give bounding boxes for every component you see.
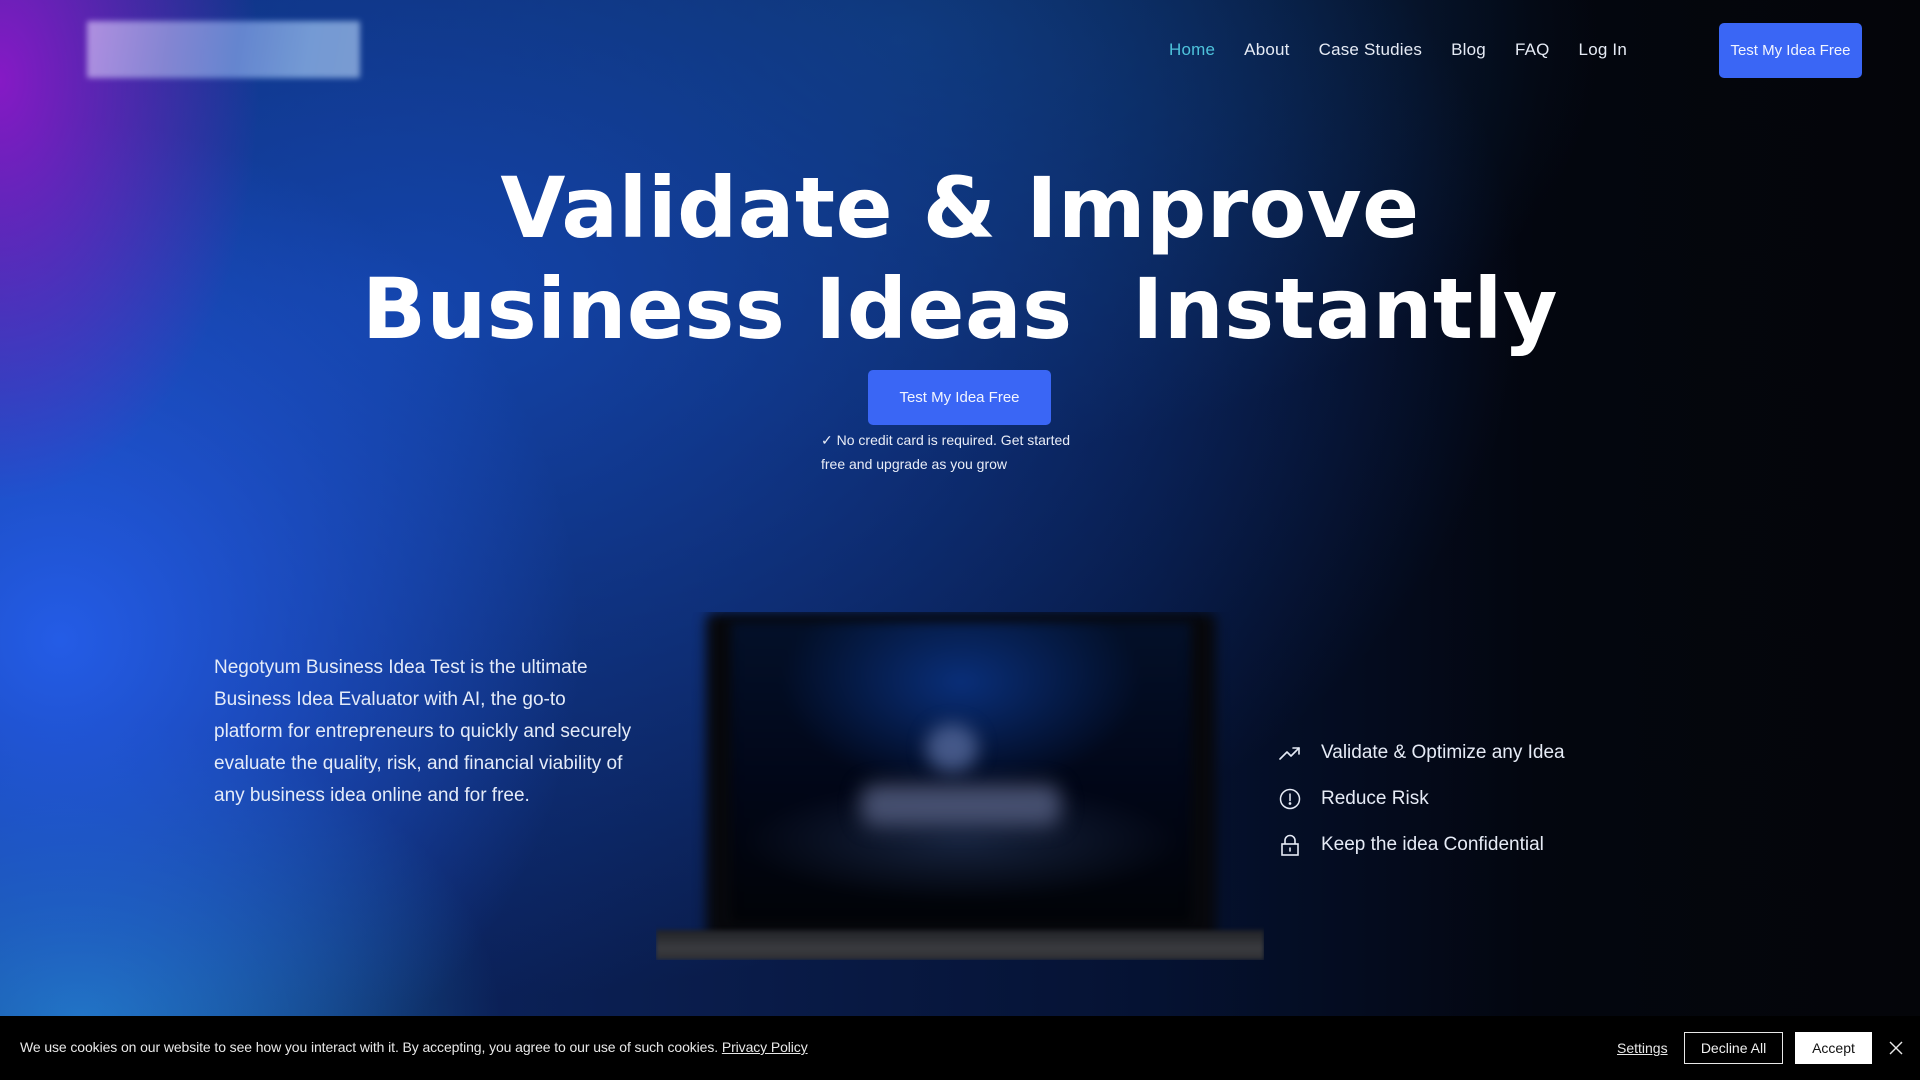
- cookie-message-text: We use cookies on our website to see how…: [20, 1039, 722, 1055]
- hero-test-idea-button[interactable]: Test My Idea Free: [868, 370, 1051, 425]
- cookie-settings-link[interactable]: Settings: [1617, 1040, 1668, 1056]
- hero-title: Validate & Improve Business Ideas Instan…: [0, 158, 1920, 360]
- feature-label: Keep the idea Confidential: [1321, 834, 1544, 855]
- cookie-message: We use cookies on our website to see how…: [20, 1039, 808, 1055]
- decline-all-button[interactable]: Decline All: [1684, 1032, 1783, 1064]
- laptop-screen: [731, 622, 1191, 922]
- laptop-screen-heading: [861, 784, 1061, 826]
- laptop-screen-logo: [926, 724, 978, 772]
- privacy-policy-link[interactable]: Privacy Policy: [722, 1039, 808, 1055]
- nav-about[interactable]: About: [1244, 36, 1289, 64]
- hero-title-line-2: Business Ideas Instantly: [361, 260, 1559, 358]
- cookie-banner: We use cookies on our website to see how…: [0, 1016, 1920, 1080]
- feature-item: Validate & Optimize any Idea: [1278, 730, 1565, 776]
- close-icon[interactable]: [1886, 1036, 1906, 1060]
- accept-button[interactable]: Accept: [1795, 1032, 1872, 1064]
- nav-log-in[interactable]: Log In: [1579, 36, 1627, 64]
- hero-title-line-1: Validate & Improve: [500, 159, 1420, 257]
- product-description: Negotyum Business Idea Test is the ultim…: [214, 657, 632, 806]
- nav-home[interactable]: Home: [1169, 36, 1215, 64]
- main-nav: Home About Case Studies Blog FAQ Log In: [1169, 36, 1627, 64]
- logo[interactable]: [87, 21, 360, 78]
- laptop-mockup-image: [656, 612, 1264, 960]
- feature-list: Validate & Optimize any Idea Reduce Risk…: [1278, 730, 1565, 868]
- header-test-idea-button[interactable]: Test My Idea Free: [1719, 23, 1862, 78]
- trend-up-icon: [1278, 741, 1302, 765]
- feature-item: Keep the idea Confidential: [1278, 822, 1565, 868]
- alert-circle-icon: [1278, 787, 1302, 811]
- feature-item: Reduce Risk: [1278, 776, 1565, 822]
- nav-blog[interactable]: Blog: [1451, 36, 1486, 64]
- feature-label: Validate & Optimize any Idea: [1321, 742, 1565, 763]
- nav-case-studies[interactable]: Case Studies: [1319, 36, 1423, 64]
- feature-label: Reduce Risk: [1321, 788, 1429, 809]
- laptop-base: [656, 930, 1264, 960]
- lock-icon: [1278, 833, 1302, 857]
- hero-subtext: ✓ No credit card is required. Get starte…: [821, 432, 1071, 472]
- nav-faq[interactable]: FAQ: [1515, 36, 1550, 64]
